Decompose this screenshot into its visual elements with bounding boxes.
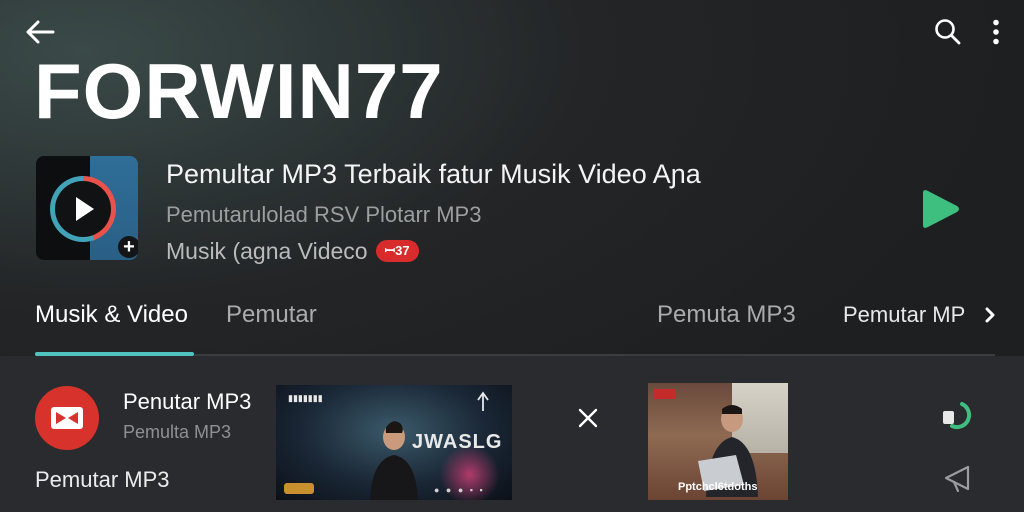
list-item-caption: Pemutar MP3: [35, 467, 170, 492]
tab-pemutar[interactable]: Pemutar: [226, 300, 317, 330]
thumbnail-overlay-text: JWASLG: [412, 431, 503, 453]
list-item-title[interactable]: Penutar MP3: [123, 388, 251, 416]
app-title: Pemultar MP3 Terbaik fatur Musik Video A…: [166, 159, 701, 189]
close-icon: [578, 408, 598, 428]
rating-badge: ꟷ37: [375, 240, 419, 262]
brand-title: FORWIN77: [34, 47, 444, 135]
tab-musik-video[interactable]: Musik & Video: [35, 300, 188, 330]
list-item-subtitle: Pemulta MP3: [123, 422, 232, 442]
thumbnail-header-text: ▮▮▮▮▮▮▮: [288, 393, 323, 403]
close-button[interactable]: [570, 400, 606, 436]
search-button[interactable]: [926, 12, 970, 52]
chevron-right-icon: [985, 307, 995, 323]
more-options-button[interactable]: [976, 12, 1016, 52]
tab-pemutar-mp[interactable]: Pemutar MP: [843, 300, 965, 330]
thumbnail-tag: [284, 483, 314, 494]
thumbnail-controls: ● ● ● ▪ ▪: [434, 485, 485, 495]
app-category-label: Musik (agna Videco: [166, 238, 368, 264]
tab-pemuta-mp3[interactable]: Pemuta MP3: [657, 300, 796, 330]
app-cover-art[interactable]: +: [36, 156, 138, 260]
add-icon[interactable]: +: [118, 236, 138, 258]
cast-icon: [944, 465, 970, 493]
back-arrow-icon: [26, 20, 55, 44]
tabs-next-button[interactable]: [978, 300, 1002, 330]
video-thumbnail-1[interactable]: ▮▮▮▮▮▮▮ JWASLG ● ● ● ▪ ▪: [276, 385, 512, 500]
thumbnail-tag: [654, 389, 676, 399]
cover-play-ring: [50, 176, 116, 242]
sync-button[interactable]: [936, 396, 980, 436]
app-logo[interactable]: [35, 386, 99, 450]
play-icon: [76, 197, 94, 221]
app-subtitle: Pemutarulolad RSV Plotarr MP3: [166, 202, 482, 227]
back-button[interactable]: [18, 12, 62, 52]
search-icon: [935, 19, 961, 45]
bowtie-logo-icon: [51, 407, 83, 429]
person-silhouette: [370, 421, 418, 500]
app-category: Musik (agna Videco ꟷ37: [166, 236, 419, 266]
video-thumbnail-2[interactable]: Pptchcl6tdoths: [648, 383, 788, 500]
cast-button[interactable]: [938, 460, 978, 496]
more-vert-icon: [993, 19, 999, 45]
thumbnail-marker-icon: [477, 391, 489, 411]
thumbnail-caption: Pptchcl6tdoths: [678, 481, 758, 493]
play-button[interactable]: [914, 186, 964, 232]
sync-icon: [943, 402, 972, 430]
play-icon: [923, 190, 959, 228]
